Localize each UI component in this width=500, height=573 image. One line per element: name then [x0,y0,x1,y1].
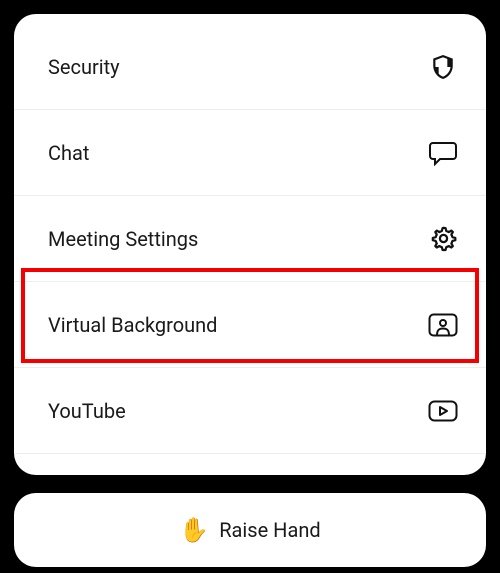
background-icon [428,310,458,340]
menu-item-label: Security [48,55,120,79]
menu-item-virtual-background[interactable]: Virtual Background [14,282,486,368]
raise-hand-label: Raise Hand [219,518,320,542]
action-sheet: Security Chat Meeting Settings [14,14,486,475]
menu-item-disconnect-audio[interactable]: Disconnect Audio [14,454,486,475]
youtube-icon [428,396,458,426]
menu-item-meeting-settings[interactable]: Meeting Settings [14,196,486,282]
menu-item-label: Virtual Background [48,313,217,337]
menu-item-label: YouTube [48,399,126,423]
menu-item-label: Chat [48,141,89,165]
menu-item-security[interactable]: Security [14,24,486,110]
raise-hand-icon: ✋ [179,518,209,542]
menu-item-chat[interactable]: Chat [14,110,486,196]
gear-icon [428,224,458,254]
shield-icon [428,52,458,82]
menu-item-label: Meeting Settings [48,227,198,251]
raise-hand-button[interactable]: ✋ Raise Hand [14,493,486,567]
chat-icon [428,138,458,168]
menu-item-youtube[interactable]: YouTube [14,368,486,454]
menu-list: Security Chat Meeting Settings [14,14,486,475]
